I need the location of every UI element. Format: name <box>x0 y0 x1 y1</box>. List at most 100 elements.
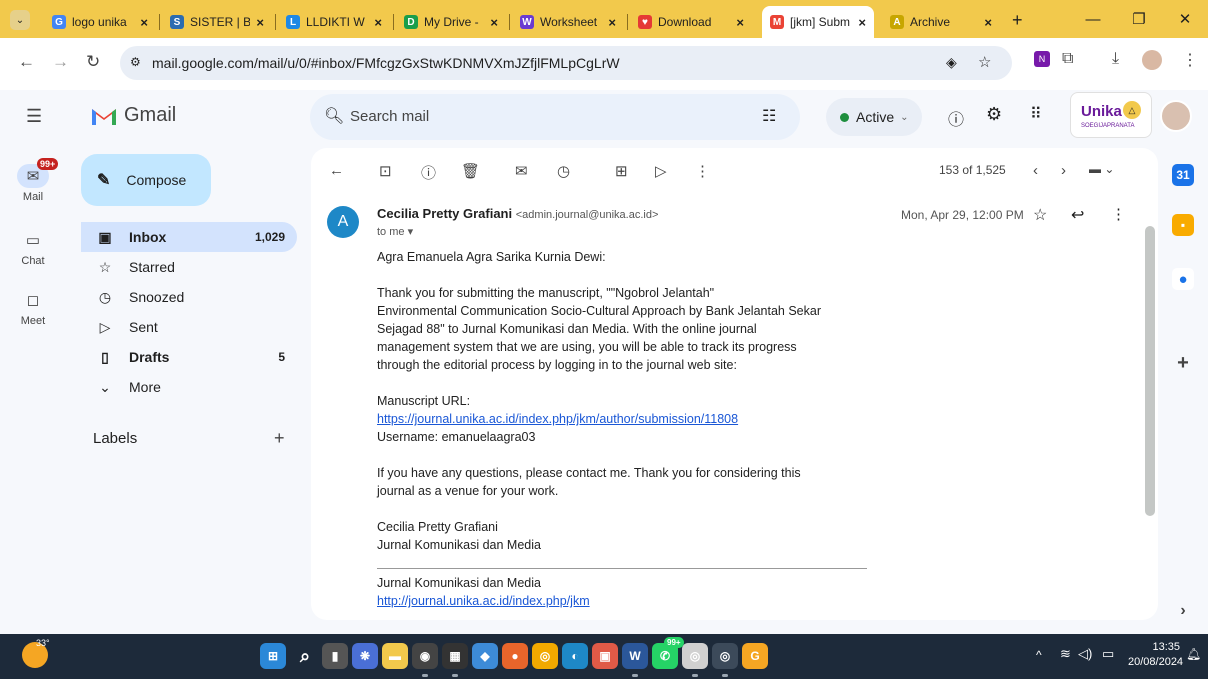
browser-tab[interactable]: A Archive × <box>882 6 1000 38</box>
camera-icon[interactable]: ◉ <box>412 643 438 669</box>
chrome-active-icon[interactable]: ◎ <box>712 643 738 669</box>
url-text[interactable]: mail.google.com/mail/u/0/#inbox/FMfcgzGx… <box>152 55 620 71</box>
mark-unread-icon[interactable]: ✉ <box>515 162 528 180</box>
profile-avatar[interactable] <box>1142 50 1162 70</box>
browser-tab[interactable]: W Worksheet × <box>512 6 624 38</box>
back-to-inbox-icon[interactable]: ← <box>329 162 344 179</box>
extensions-icon[interactable]: ⧉ <box>1062 50 1073 68</box>
nav-item-drafts[interactable]: ▯ Drafts 5 <box>81 342 297 372</box>
search-options-icon[interactable]: ☷ <box>762 106 776 126</box>
battery-icon[interactable]: ▭ <box>1102 646 1114 662</box>
wifi-icon[interactable]: ≋ <box>1060 646 1071 662</box>
rail-mail[interactable]: ✉ 99+ Mail <box>10 158 59 203</box>
word-icon[interactable]: W <box>622 643 648 669</box>
minimize-button[interactable]: — <box>1070 0 1116 38</box>
nav-item-starred[interactable]: ☆ Starred <box>81 252 297 282</box>
browser-tab[interactable]: M [jkm] Subm × <box>762 6 874 38</box>
site-info-icon[interactable]: ⚙ <box>130 55 141 69</box>
archive-icon[interactable]: ⊡ <box>379 162 392 180</box>
eye-icon[interactable]: ◈ <box>946 54 957 71</box>
new-tab-button[interactable]: + <box>1012 10 1023 31</box>
tab-close-icon[interactable]: × <box>140 15 148 30</box>
search-bar[interactable]: 🔍︎ Search mail ☷ <box>310 94 800 140</box>
contacts-icon[interactable]: ● <box>1172 268 1194 290</box>
notification-bell-icon[interactable]: 🔔︎ <box>1186 647 1201 661</box>
org-logo[interactable]: Unika △ SOEGIJAPRANATA <box>1070 92 1152 138</box>
label-icon[interactable]: ▷ <box>655 162 667 180</box>
report-spam-icon[interactable]: ⓘ <box>421 162 436 183</box>
rail-chat[interactable]: ▭ Chat <box>10 228 56 267</box>
add-addon-icon[interactable]: + <box>1172 352 1194 374</box>
app-icon[interactable]: ▣ <box>592 643 618 669</box>
onenote-extension-icon[interactable]: N <box>1034 51 1050 67</box>
nav-item-snoozed[interactable]: ◷ Snoozed <box>81 282 297 312</box>
browser-tab[interactable]: L LLDIKTI W × <box>278 6 390 38</box>
tab-search-button[interactable]: ⌄ <box>10 10 30 30</box>
status-dropdown[interactable]: Active ⌄ <box>826 98 922 136</box>
snooze-icon[interactable]: ◷ <box>557 162 570 180</box>
tab-close-icon[interactable]: × <box>736 15 744 30</box>
keep-icon[interactable]: ▪ <box>1172 214 1194 236</box>
search-icon[interactable]: 🔍︎ <box>324 106 344 126</box>
account-avatar[interactable] <box>1160 100 1192 132</box>
browser-tab[interactable]: S SISTER | Be × <box>162 6 272 38</box>
newer-chevron-icon[interactable]: ‹ <box>1033 162 1038 179</box>
file-explorer-icon[interactable]: ▬ <box>382 643 408 669</box>
browser-menu-icon[interactable]: ⋮ <box>1182 50 1198 70</box>
move-to-icon[interactable]: ⊞ <box>615 162 628 180</box>
sender-avatar[interactable]: A <box>327 206 359 238</box>
tab-close-icon[interactable]: × <box>858 15 866 30</box>
help-icon[interactable]: ⓘ <box>948 106 964 130</box>
more-actions-icon[interactable]: ⋮ <box>695 162 710 180</box>
search-input[interactable]: Search mail <box>350 108 429 125</box>
main-menu-icon[interactable]: ☰ <box>26 106 42 127</box>
tab-close-icon[interactable]: × <box>984 15 992 30</box>
delete-icon[interactable]: 🗑︎ <box>461 162 480 180</box>
close-window-button[interactable]: ✕ <box>1162 0 1208 38</box>
chrome-icon[interactable]: ◎ <box>532 643 558 669</box>
store-icon[interactable]: ▦ <box>442 643 468 669</box>
footer-link[interactable]: http://journal.unika.ac.id/index.php/jkm <box>377 594 590 608</box>
forward-arrow-icon[interactable]: → <box>52 52 69 72</box>
older-chevron-icon[interactable]: › <box>1061 162 1066 179</box>
tab-close-icon[interactable]: × <box>490 15 498 30</box>
star-icon[interactable]: ☆ <box>1033 205 1047 225</box>
search-icon[interactable]: ⌕ <box>292 643 318 669</box>
back-arrow-icon[interactable]: ← <box>18 52 35 72</box>
address-bar[interactable]: ⚙ mail.google.com/mail/u/0/#inbox/FMfcgz… <box>120 46 1012 80</box>
rail-meet[interactable]: ◻ Meet <box>10 288 56 327</box>
widgets-icon[interactable]: ❋ <box>352 643 378 669</box>
download-icon[interactable]: ⤓ <box>1112 50 1119 68</box>
task-view-icon[interactable]: ▮ <box>322 643 348 669</box>
browser-tab[interactable]: Glogo unika × <box>44 6 156 38</box>
settings-gear-icon[interactable]: ⚙ <box>986 104 1002 125</box>
vertical-scrollbar[interactable] <box>1145 226 1155 516</box>
reload-icon[interactable]: ↻ <box>86 52 100 72</box>
copilot-icon[interactable]: ◆ <box>472 643 498 669</box>
tab-close-icon[interactable]: × <box>608 15 616 30</box>
calendar-icon[interactable]: 31 <box>1172 164 1194 186</box>
add-label-icon[interactable]: + <box>274 428 285 449</box>
bookmark-star-icon[interactable]: ☆ <box>978 53 991 71</box>
windows-start-icon[interactable]: ⊞ <box>260 643 286 669</box>
chrome-profile-icon[interactable]: ◎ <box>682 643 708 669</box>
clock[interactable]: 13:35 20/08/2024 <box>1128 640 1183 670</box>
tab-close-icon[interactable]: × <box>374 15 382 30</box>
nav-item-sent[interactable]: ▷ Sent <box>81 312 297 342</box>
gmail-logo[interactable]: Gmail <box>90 104 176 127</box>
manuscript-link[interactable]: https://journal.unika.ac.id/index.php/jk… <box>377 412 738 426</box>
message-more-icon[interactable]: ⋮ <box>1111 205 1126 223</box>
nav-item-more[interactable]: ⌄ More <box>81 372 297 402</box>
expand-side-panel-icon[interactable]: › <box>1172 600 1194 622</box>
sender-name[interactable]: Cecilia Pretty Grafiani <box>377 206 512 221</box>
app-orange-icon[interactable]: G <box>742 643 768 669</box>
recipient-dropdown[interactable]: to me ▾ <box>377 225 413 238</box>
browser-tab[interactable]: ♥ Download × <box>630 6 752 38</box>
edge-icon[interactable]: ◐ <box>562 643 588 669</box>
tray-chevron-icon[interactable]: ^ <box>1036 648 1042 662</box>
browser-tab[interactable]: D My Drive - × <box>396 6 506 38</box>
apps-grid-icon[interactable]: ⠿ <box>1030 104 1042 124</box>
volume-icon[interactable]: ◁) <box>1078 646 1092 662</box>
reply-icon[interactable]: ↩ <box>1071 205 1084 225</box>
compose-button[interactable]: ✎ Compose <box>81 154 211 206</box>
